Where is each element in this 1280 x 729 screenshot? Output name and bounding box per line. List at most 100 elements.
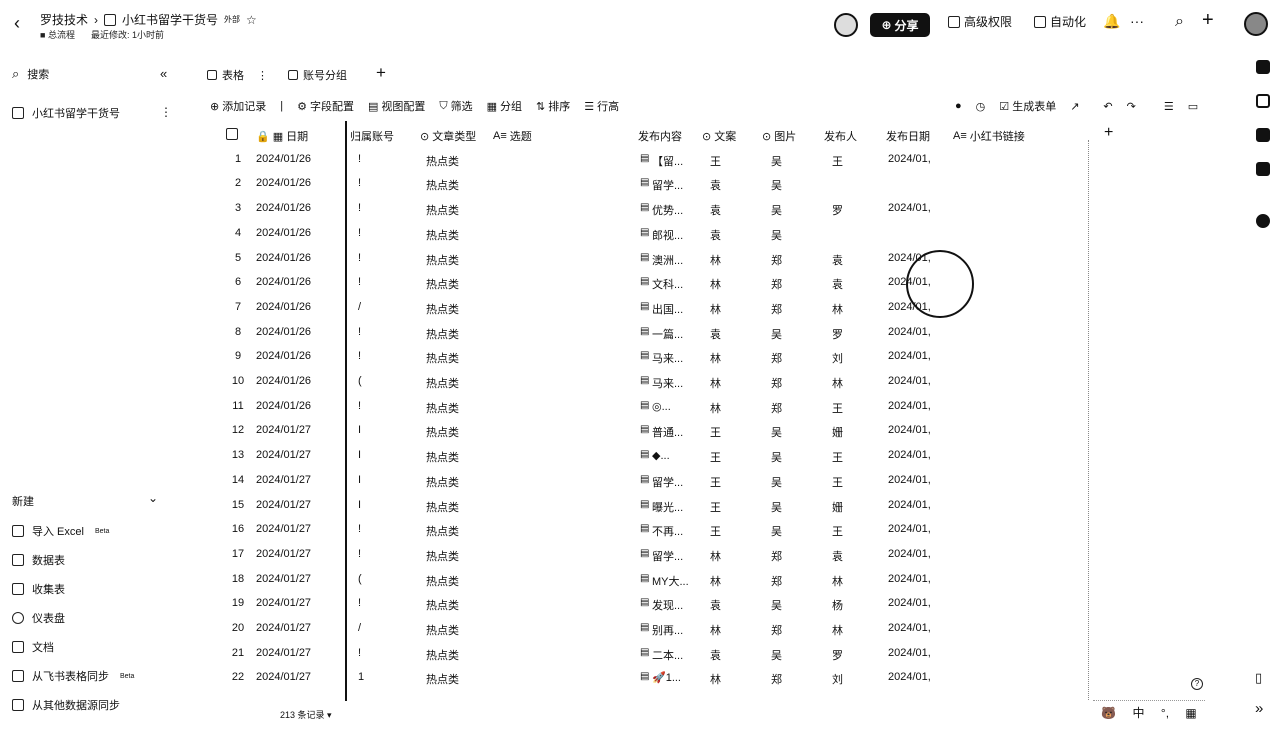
cell-account[interactable]: ! bbox=[358, 647, 361, 659]
sidebar-item-import-excel[interactable]: 导入 Excel Beta bbox=[12, 523, 109, 539]
row-number[interactable]: 6 bbox=[224, 276, 252, 288]
ime-punct-icon[interactable]: °, bbox=[1161, 706, 1169, 720]
cell-date[interactable]: 2024/01/26 bbox=[256, 375, 311, 387]
table-row[interactable]: 4 2024/01/26! 热点类 郎视... 袁 吴 ▤ bbox=[220, 223, 1100, 248]
cell-account[interactable]: ! bbox=[358, 548, 361, 560]
column-header-publisher[interactable]: 发布人 bbox=[824, 128, 857, 144]
table-row[interactable]: 9 2024/01/26! 热点类 马来... 林 郑 刘 2024/01, ▤ bbox=[220, 346, 1100, 371]
row-number[interactable]: 15 bbox=[224, 499, 252, 511]
row-number[interactable]: 10 bbox=[224, 375, 252, 387]
row-number[interactable]: 18 bbox=[224, 573, 252, 585]
cell-article-type[interactable]: 热点类 bbox=[426, 252, 459, 268]
cell-image[interactable]: 郑 bbox=[771, 548, 782, 564]
add-view-icon[interactable]: + bbox=[376, 63, 386, 83]
cell-copy[interactable]: 袁 bbox=[710, 177, 721, 193]
cell-image[interactable]: 郑 bbox=[771, 573, 782, 589]
cell-publish-date[interactable]: 2024/01, bbox=[888, 671, 932, 683]
cell-content[interactable]: 留学... bbox=[652, 474, 708, 490]
cell-article-type[interactable]: 热点类 bbox=[426, 597, 459, 613]
cell-date[interactable]: 2024/01/26 bbox=[256, 276, 311, 288]
column-header-content[interactable]: 发布内容 bbox=[638, 128, 682, 144]
expand-icon[interactable]: » bbox=[1255, 700, 1263, 717]
cell-publish-date[interactable]: 2024/01, bbox=[888, 622, 932, 634]
search-records-icon[interactable]: ☰ bbox=[1164, 100, 1174, 113]
cell-image[interactable]: 吴 bbox=[771, 449, 782, 465]
palette-icon[interactable]: ● bbox=[955, 100, 962, 112]
tab-account-group[interactable]: 账号分组 bbox=[288, 67, 347, 83]
cell-copy[interactable]: 林 bbox=[710, 573, 721, 589]
cell-publish-date[interactable]: 2024/01, bbox=[888, 375, 932, 387]
cell-publisher[interactable]: 袁 bbox=[832, 276, 843, 292]
cell-copy[interactable]: 袁 bbox=[710, 597, 721, 613]
cell-publisher[interactable]: 袁 bbox=[832, 548, 843, 564]
cell-publish-date[interactable]: 2024/01, bbox=[888, 350, 932, 362]
share-button[interactable]: ⊕ 分享 bbox=[870, 13, 930, 37]
cell-content[interactable]: ◆... bbox=[652, 449, 708, 462]
row-number[interactable]: 1 bbox=[224, 153, 252, 165]
cell-publisher[interactable]: 林 bbox=[832, 622, 843, 638]
cell-date[interactable]: 2024/01/26 bbox=[256, 326, 311, 338]
cell-account[interactable]: I bbox=[358, 424, 361, 436]
book-icon[interactable]: ▯ bbox=[1255, 670, 1262, 686]
cell-article-type[interactable]: 热点类 bbox=[426, 671, 459, 687]
cell-copy[interactable]: 林 bbox=[710, 671, 721, 687]
cell-image[interactable]: 郑 bbox=[771, 375, 782, 391]
sort-button[interactable]: ⇅ 排序 bbox=[536, 98, 570, 114]
cell-content[interactable]: 文科... bbox=[652, 276, 708, 292]
cell-account[interactable]: ! bbox=[358, 177, 361, 189]
cell-copy[interactable]: 袁 bbox=[710, 647, 721, 663]
row-number[interactable]: 8 bbox=[224, 326, 252, 338]
cell-publish-date[interactable]: 2024/01, bbox=[888, 523, 932, 535]
cell-image[interactable]: 吴 bbox=[771, 474, 782, 490]
column-header-date[interactable]: 🔒 ▦ 日期 bbox=[256, 128, 308, 144]
cell-publisher[interactable]: 王 bbox=[832, 523, 843, 539]
table-row[interactable]: 2 2024/01/26! 热点类 留学... 袁 吴 ▤ bbox=[220, 173, 1100, 198]
cell-content[interactable]: 【留... bbox=[652, 153, 708, 169]
cell-article-type[interactable]: 热点类 bbox=[426, 573, 459, 589]
cell-date[interactable]: 2024/01/26 bbox=[256, 301, 311, 313]
table-row[interactable]: 16 2024/01/27! 热点类 不再... 王吴王 2024/01, ▤ bbox=[220, 519, 1100, 544]
cell-publisher[interactable]: 罗 bbox=[832, 326, 843, 342]
cell-account[interactable]: ! bbox=[358, 350, 361, 362]
cell-content[interactable]: 澳洲... bbox=[652, 252, 708, 268]
cell-image[interactable]: 郑 bbox=[771, 252, 782, 268]
back-arrow-icon[interactable]: ‹ bbox=[14, 14, 20, 32]
advanced-permission-button[interactable]: 高级权限 bbox=[948, 13, 1012, 30]
tab-more-icon[interactable]: ⋮ bbox=[257, 69, 268, 82]
cell-image[interactable]: 吴 bbox=[771, 424, 782, 440]
row-number[interactable]: 9 bbox=[224, 350, 252, 362]
cell-content[interactable]: 优势... bbox=[652, 202, 708, 218]
cell-article-type[interactable]: 热点类 bbox=[426, 227, 459, 243]
sidebar-item-table[interactable]: 小红书留学干货号 bbox=[12, 105, 120, 121]
table-row[interactable]: 15 2024/01/27 I 热点类 曝光... 王 吴 姗 2024/01, ▤ bbox=[220, 495, 1100, 520]
cell-article-type[interactable]: 热点类 bbox=[426, 350, 459, 366]
cell-content[interactable]: 出国... bbox=[652, 301, 708, 317]
cell-publisher[interactable]: 罗 bbox=[832, 202, 843, 218]
cell-article-type[interactable]: 热点类 bbox=[426, 424, 459, 440]
cell-publisher[interactable]: 袁 bbox=[832, 252, 843, 268]
cell-content[interactable]: 🚀1... bbox=[652, 671, 708, 684]
cell-account[interactable]: ! bbox=[358, 597, 361, 609]
cell-copy[interactable]: 林 bbox=[710, 548, 721, 564]
cell-date[interactable]: 2024/01/27 bbox=[256, 647, 311, 659]
select-all-checkbox[interactable] bbox=[226, 128, 238, 140]
cell-account[interactable]: ! bbox=[358, 153, 361, 165]
sidebar-item-datasource-sync[interactable]: 从其他数据源同步 bbox=[12, 697, 120, 713]
cell-publish-date[interactable]: 2024/01, bbox=[888, 153, 932, 165]
cell-publisher[interactable]: 王 bbox=[832, 153, 843, 169]
doc-title[interactable]: 小红书留学干货号 bbox=[122, 11, 218, 28]
row-number[interactable]: 13 bbox=[224, 449, 252, 461]
table-row[interactable]: 14 2024/01/27 I 热点类 留学... 王吴王 2024/01, ▤ bbox=[220, 470, 1100, 495]
cell-publisher[interactable]: 林 bbox=[832, 301, 843, 317]
row-number[interactable]: 3 bbox=[224, 202, 252, 214]
sidebar-item-dashboard[interactable]: 仪表盘 bbox=[12, 610, 65, 626]
cell-copy[interactable]: 王 bbox=[710, 153, 721, 169]
cell-article-type[interactable]: 热点类 bbox=[426, 499, 459, 515]
cell-copy[interactable]: 王 bbox=[710, 499, 721, 515]
tab-table[interactable]: 表格 ⋮ bbox=[207, 67, 268, 83]
record-count[interactable]: 213 条记录 ▾ bbox=[280, 708, 332, 721]
cell-date[interactable]: 2024/01/26 bbox=[256, 153, 311, 165]
cell-content[interactable]: 留学... bbox=[652, 177, 708, 193]
cell-publisher[interactable]: 姗 bbox=[832, 424, 843, 440]
filter-button[interactable]: ⛉ 筛选 bbox=[439, 98, 472, 114]
